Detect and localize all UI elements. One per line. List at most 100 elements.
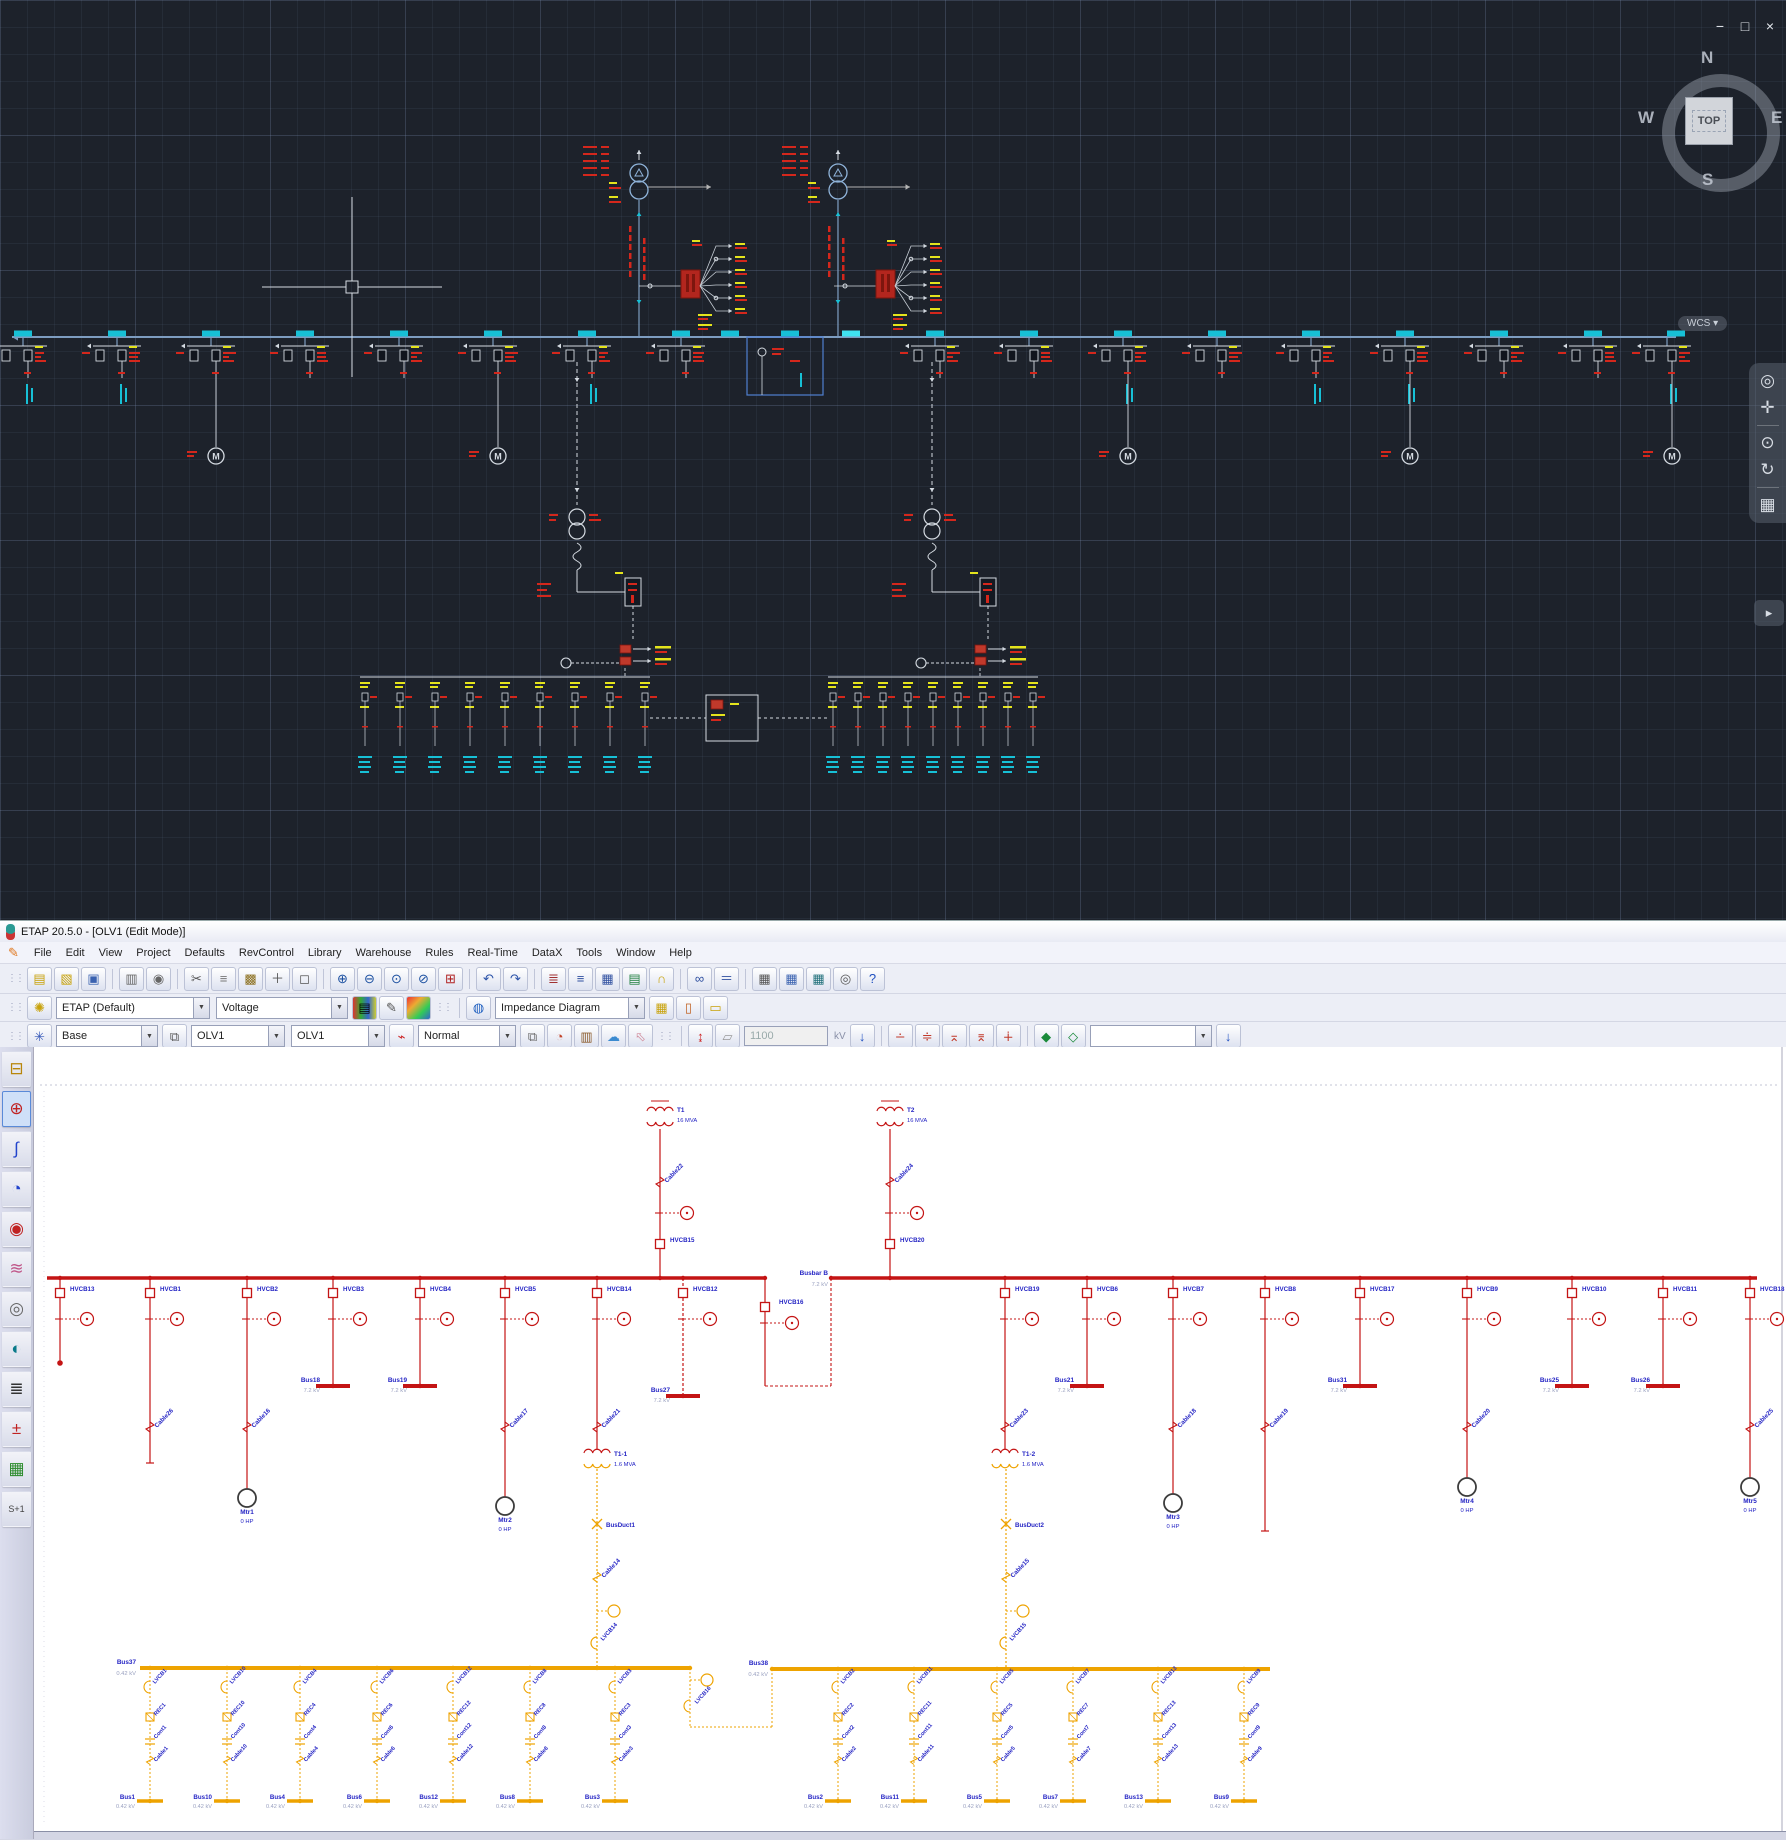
oneline-drawing[interactable]: Busbar B7.2 kVT116 MVACable22HVCB15T216 … (0, 1047, 1786, 1831)
presentation-icon[interactable]: ⧉ (162, 1024, 187, 1048)
menu-rules[interactable]: Rules (418, 947, 460, 959)
sync-side-icon[interactable]: ≑ (915, 1024, 940, 1048)
menu-window[interactable]: Window (609, 947, 662, 959)
nav-wheel-icon[interactable]: ◎ (1760, 371, 1775, 391)
menu-real-time[interactable]: Real-Time (461, 947, 525, 959)
viewcube-west[interactable]: W (1638, 108, 1654, 128)
redo-icon[interactable]: ↷ (503, 967, 528, 991)
menu-tools[interactable]: Tools (569, 947, 609, 959)
ac-elements-icon[interactable]: ⊕ (2, 1091, 31, 1127)
control-panel-icon[interactable]: ◉ (2, 1211, 31, 1247)
arc-flash-icon[interactable]: ≋ (2, 1251, 31, 1287)
menu-warehouse[interactable]: Warehouse (349, 947, 419, 959)
cut-icon[interactable]: ✂ (184, 967, 209, 991)
project-star-icon[interactable]: ✺ (27, 996, 52, 1020)
zoom-window-icon[interactable]: ⊙ (384, 967, 409, 991)
palette-icon[interactable]: ▤ (352, 996, 377, 1020)
arrow-down2-icon[interactable]: ↓ (1216, 1024, 1241, 1048)
cursor-icon[interactable]: ⬁ (628, 1024, 653, 1048)
pan-hand-icon[interactable]: ＋ (265, 967, 290, 991)
wcs-button[interactable]: WCS ▾ (1678, 316, 1727, 331)
eraser-icon[interactable]: ▱ (715, 1024, 740, 1048)
oneline-canvas[interactable]: Busbar B7.2 kVT116 MVACable22HVCB15T216 … (0, 1047, 1786, 1831)
theme-icon[interactable] (406, 996, 431, 1020)
copy-icon[interactable]: ≡ (211, 967, 236, 991)
span2-icon[interactable]: ⌆ (969, 1024, 994, 1048)
sync-up-icon[interactable]: ∸ (888, 1024, 913, 1048)
phasor-icon[interactable]: ◔ (2, 1171, 31, 1207)
project-combo[interactable]: ETAP (Default)▼ (56, 997, 210, 1019)
restore-icon[interactable]: □ (1737, 18, 1753, 34)
new-icon[interactable]: ▤ (27, 967, 52, 991)
zoom-out-icon[interactable]: ⊖ (357, 967, 382, 991)
showmotion-icon[interactable]: ▸ (1754, 600, 1784, 626)
menu-edit[interactable]: Edit (59, 947, 92, 959)
viewcube[interactable]: N S W E TOP (1638, 42, 1786, 202)
display-options-combo[interactable]: Voltage▼ (216, 997, 348, 1019)
close-icon[interactable]: × (1762, 18, 1778, 34)
cad-drawing[interactable]: MMMMM (0, 0, 1786, 920)
data-revision-icon[interactable]: ✳ (27, 1024, 52, 1048)
pie-icon[interactable]: ◔ (547, 1024, 572, 1048)
calculator1-icon[interactable]: ▦ (752, 967, 777, 991)
menu-revcontrol[interactable]: RevControl (232, 947, 301, 959)
viewcube-north[interactable]: N (1701, 48, 1713, 68)
transfer-function-icon[interactable]: S+1 (2, 1491, 31, 1527)
report-icon[interactable]: ▯ (676, 996, 701, 1020)
cloud-icon[interactable]: ☁ (601, 1024, 626, 1048)
diagram-type-combo[interactable]: Impedance Diagram▼ (495, 997, 645, 1019)
zoom-icon[interactable]: ⊙ (1760, 433, 1774, 453)
lock-icon[interactable]: ∩ (649, 967, 674, 991)
kv-input[interactable]: 1100 (744, 1026, 828, 1046)
viewcube-east[interactable]: E (1771, 108, 1782, 128)
protection-curve-icon[interactable]: ∫ (2, 1131, 31, 1167)
steering-icon[interactable]: ▦ (1759, 495, 1775, 515)
viewcube-top-button[interactable]: TOP (1685, 97, 1733, 145)
paste-icon[interactable]: ▩ (238, 967, 263, 991)
menu-defaults[interactable]: Defaults (178, 947, 232, 959)
span-icon[interactable]: ⌅ (942, 1024, 967, 1048)
grid-icon[interactable]: ▦ (595, 967, 620, 991)
undo-icon[interactable]: ↶ (476, 967, 501, 991)
select-icon[interactable]: ◻ (292, 967, 317, 991)
minimize-icon[interactable]: − (1712, 18, 1728, 34)
zoom-previous-icon[interactable]: ⊘ (411, 967, 436, 991)
cable-icon[interactable]: ◎ (2, 1291, 31, 1327)
print-icon[interactable]: ▥ (119, 967, 144, 991)
output-report-icon[interactable]: ≣ (541, 967, 566, 991)
library-icon[interactable]: ▥ (574, 1024, 599, 1048)
cad-nav-toolbar[interactable]: ◎ ✛ ⊙ ↻ ▦ (1749, 363, 1786, 523)
menu-view[interactable]: View (92, 947, 130, 959)
gauge-icon[interactable]: ◐ (2, 1331, 31, 1367)
menu-help[interactable]: Help (662, 947, 699, 959)
control-circuit-icon[interactable]: ≣ (2, 1371, 31, 1407)
arrow-down-icon[interactable]: ↓ (850, 1024, 875, 1048)
print-preview-icon[interactable]: ◉ (146, 967, 171, 991)
find-icon[interactable]: ◎ (833, 967, 858, 991)
edit-tree-icon[interactable]: ⊟ (2, 1051, 31, 1087)
configuration-combo[interactable]: Normal▼ (418, 1025, 516, 1047)
viewcube-south[interactable]: S (1702, 170, 1713, 190)
menu-project[interactable]: Project (129, 947, 177, 959)
calculator2-icon[interactable]: ▦ (779, 967, 804, 991)
edit-pencil-icon[interactable]: ✎ (379, 996, 404, 1020)
cad-viewport[interactable]: MMMMM − □ × N S W E TOP WCS ▾ ◎ ✛ ⊙ ↻ ▦ … (0, 0, 1786, 920)
orbit-icon[interactable]: ↻ (1760, 460, 1774, 480)
menu-library[interactable]: Library (301, 947, 349, 959)
calculator3-icon[interactable]: ▦ (806, 967, 831, 991)
globe-icon[interactable]: ◍ (466, 996, 491, 1020)
presentation-combo[interactable]: OLV1▼ (191, 1025, 285, 1047)
config-status-icon[interactable]: ⌁ (389, 1024, 414, 1048)
import-green-icon[interactable]: ◇ (1061, 1024, 1086, 1048)
help-icon[interactable]: ? (860, 967, 885, 991)
revision-combo[interactable]: Base▼ (56, 1025, 158, 1047)
dc-elements-icon[interactable]: ± (2, 1411, 31, 1447)
schedule-icon[interactable]: ▤ (622, 967, 647, 991)
export-green-icon[interactable]: ◆ (1034, 1024, 1059, 1048)
zoom-extents-icon[interactable]: ⊞ (438, 967, 463, 991)
datablock-icon[interactable]: ▦ (649, 996, 674, 1020)
gis-map-icon[interactable]: ▦ (2, 1451, 31, 1487)
menu-datax[interactable]: DataX (525, 947, 570, 959)
transformer-tap-icon[interactable]: ↨ (688, 1024, 713, 1048)
presentation2-combo[interactable]: OLV1▼ (291, 1025, 385, 1047)
